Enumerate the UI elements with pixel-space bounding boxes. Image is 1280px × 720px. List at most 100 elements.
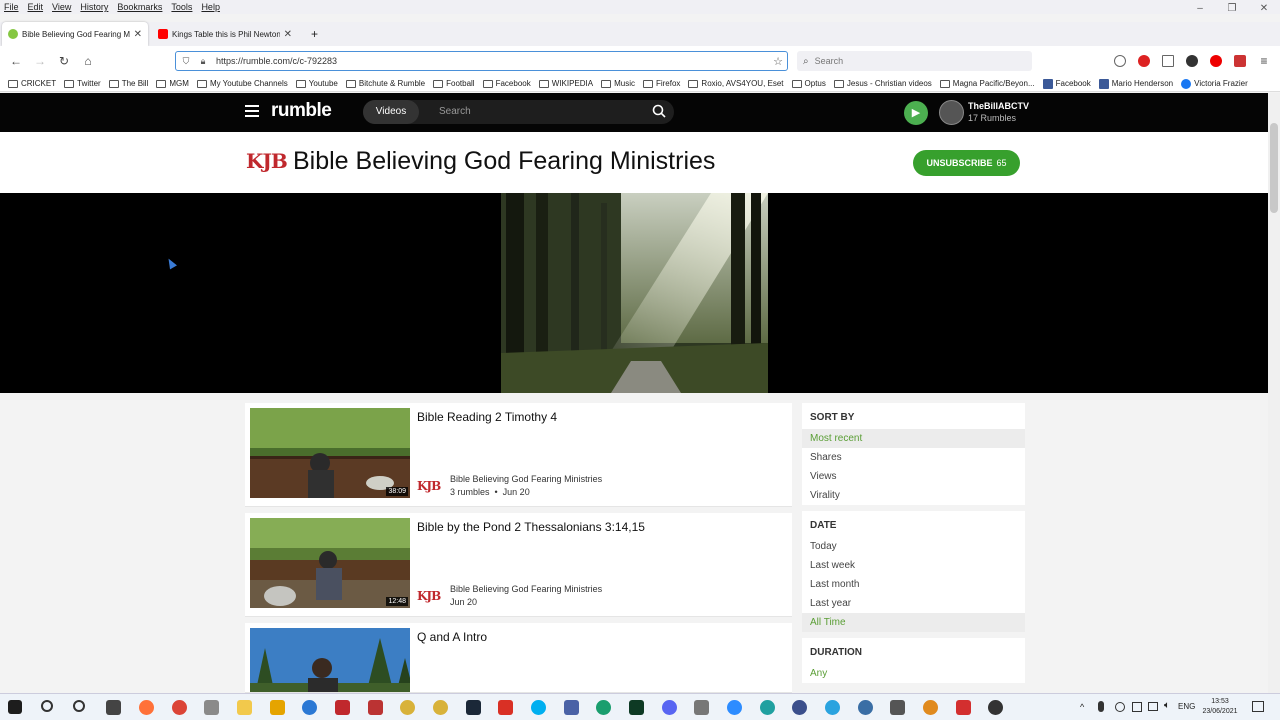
duration-any[interactable]: Any	[802, 664, 1025, 683]
tray-app-icon[interactable]	[1132, 702, 1142, 712]
app-icon[interactable]	[270, 700, 285, 715]
forward-icon[interactable]: →	[33, 54, 47, 68]
tray-app-icon[interactable]	[1115, 702, 1125, 712]
close-tab-icon[interactable]: ✕	[134, 29, 142, 40]
video-channel-name[interactable]: Bible Believing God Fearing Ministries	[450, 584, 602, 594]
reload-icon[interactable]: ↻	[57, 54, 71, 68]
bookmark-folder[interactable]: Roxio, AVS4YOU, Eset	[688, 79, 784, 88]
language-indicator[interactable]: ENG	[1178, 702, 1195, 711]
audition-icon[interactable]	[629, 700, 644, 715]
pocket-icon[interactable]	[1114, 55, 1126, 67]
microphone-icon[interactable]	[1098, 701, 1104, 712]
tab-rumble-channel[interactable]: Bible Believing God Fearing Ministries ✕	[2, 22, 148, 46]
firefox-icon[interactable]	[139, 700, 154, 715]
video-list-item[interactable]: 12:48 Bible by the Pond 2 Thessalonians …	[245, 513, 792, 617]
windows-start-icon[interactable]	[8, 700, 22, 714]
steam-icon[interactable]	[466, 700, 481, 715]
app-icon[interactable]	[694, 700, 709, 715]
bookmark-folder[interactable]: Jesus - Christian videos	[833, 79, 932, 88]
date-last-week[interactable]: Last week	[802, 556, 1025, 575]
menu-file[interactable]: File	[4, 2, 19, 12]
bookmark-link[interactable]: Facebook	[1042, 78, 1091, 89]
menu-view[interactable]: View	[52, 2, 71, 12]
menu-bookmarks[interactable]: Bookmarks	[117, 2, 162, 12]
video-thumbnail[interactable]: 38:09	[250, 408, 410, 498]
chrome-icon[interactable]	[172, 700, 187, 715]
sort-shares[interactable]: Shares	[802, 448, 1025, 467]
menu-history[interactable]: History	[80, 2, 108, 12]
video-list-item[interactable]: 38:09 Bible Reading 2 Timothy 4 KJB Bibl…	[245, 403, 792, 507]
page-scrollbar[interactable]	[1268, 93, 1280, 693]
app-icon[interactable]	[400, 700, 415, 715]
menu-help[interactable]: Help	[201, 2, 220, 12]
zoom-icon[interactable]	[727, 700, 742, 715]
url-text[interactable]: https://rumble.com/c/c-792283	[216, 56, 337, 66]
bookmark-folder[interactable]: Facebook	[482, 79, 531, 88]
close-tab-icon[interactable]: ✕	[284, 29, 292, 40]
telegram-icon[interactable]	[825, 700, 840, 715]
scrollbar-thumb[interactable]	[1270, 123, 1278, 213]
video-thumbnail[interactable]	[250, 628, 410, 692]
sort-most-recent[interactable]: Most recent	[802, 429, 1025, 448]
app-icon[interactable]	[335, 700, 350, 715]
back-icon[interactable]: ←	[9, 54, 23, 68]
search-icon[interactable]	[41, 700, 53, 712]
channel-logo[interactable]: KJB	[417, 589, 441, 603]
app-icon[interactable]	[956, 700, 971, 715]
date-last-month[interactable]: Last month	[802, 575, 1025, 594]
home-icon[interactable]: ⌂	[81, 54, 95, 68]
hamburger-menu-icon[interactable]	[245, 105, 259, 117]
menu-tools[interactable]: Tools	[171, 2, 192, 12]
sort-virality[interactable]: Virality	[802, 486, 1025, 505]
notifications-icon[interactable]	[1252, 701, 1264, 712]
bookmark-folder[interactable]: Football	[433, 79, 475, 88]
app-icon[interactable]	[890, 700, 905, 715]
video-thumbnail[interactable]: 12:48	[250, 518, 410, 608]
app-icon[interactable]	[792, 700, 807, 715]
cortana-icon[interactable]	[73, 700, 85, 712]
minimize-button[interactable]: –	[1184, 0, 1216, 18]
bookmark-folder[interactable]: WIKIPEDIA	[538, 79, 593, 88]
app-icon[interactable]	[368, 700, 383, 715]
extension-icon[interactable]	[1234, 55, 1246, 67]
bookmark-folder[interactable]: Magna Pacific/Beyon...	[939, 79, 1035, 88]
discord-icon[interactable]	[662, 700, 677, 715]
avatar[interactable]	[939, 100, 964, 125]
browser-search-input[interactable]: ⌕ Search	[797, 51, 1032, 71]
account-icon[interactable]	[1186, 55, 1198, 67]
bookmark-folder[interactable]: Bitchute & Rumble	[345, 79, 425, 88]
app-icon[interactable]	[433, 700, 448, 715]
app-icon[interactable]	[498, 700, 513, 715]
rumble-logo[interactable]: rumble	[271, 100, 332, 122]
channel-logo[interactable]: KJB	[417, 479, 441, 493]
unsubscribe-button[interactable]: UNSUBSCRIBE 65	[913, 150, 1020, 176]
bookmark-folder[interactable]: Youtube	[295, 79, 338, 88]
videos-filter-button[interactable]: Videos	[363, 100, 419, 124]
channel-logo[interactable]: KJB	[246, 149, 288, 173]
close-window-button[interactable]: ✕	[1248, 0, 1280, 18]
app-icon[interactable]	[858, 700, 873, 715]
url-bar[interactable]: ⛉ 🔒︎ https://rumble.com/c/c-792283 ☆	[175, 51, 788, 71]
date-last-year[interactable]: Last year	[802, 594, 1025, 613]
skype-icon[interactable]	[531, 700, 546, 715]
video-list-item[interactable]: Q and A Intro	[245, 623, 792, 693]
sidebar-icon[interactable]	[1162, 55, 1174, 67]
search-icon[interactable]	[652, 104, 666, 118]
bookmark-folder[interactable]: Twitter	[64, 79, 101, 88]
bookmark-folder[interactable]: CRICKET	[8, 79, 56, 88]
tray-expand-icon[interactable]: ^	[1080, 702, 1084, 712]
adblock-icon[interactable]	[1138, 55, 1150, 67]
rumble-search-input[interactable]: Search	[439, 106, 471, 117]
video-title[interactable]: Bible by the Pond 2 Thessalonians 3:14,1…	[417, 520, 645, 534]
bookmark-folder[interactable]: Optus	[791, 79, 826, 88]
lock-icon[interactable]: 🔒︎	[196, 56, 210, 67]
store-icon[interactable]	[106, 700, 121, 715]
app-icon[interactable]	[302, 700, 317, 715]
sort-views[interactable]: Views	[802, 467, 1025, 486]
video-channel-name[interactable]: Bible Believing God Fearing Ministries	[450, 474, 602, 484]
new-tab-button[interactable]: +	[305, 22, 325, 46]
file-explorer-icon[interactable]	[237, 700, 252, 715]
media-player-icon[interactable]	[204, 700, 219, 715]
bookmark-folder[interactable]: My Youtube Channels	[196, 79, 288, 88]
app-icon[interactable]	[760, 700, 775, 715]
